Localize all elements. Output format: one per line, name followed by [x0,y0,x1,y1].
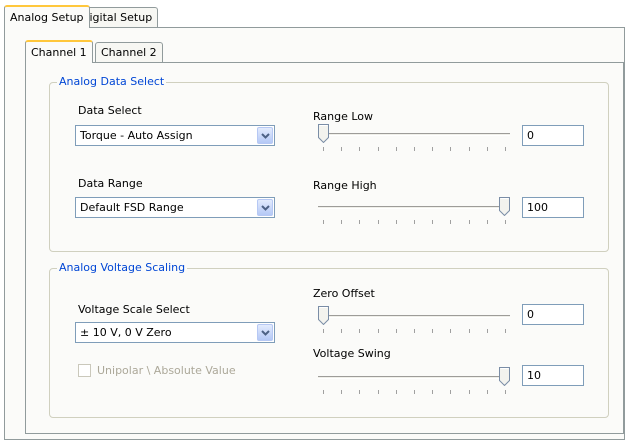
slider-tick [432,220,434,224]
voltage-scale-value: ± 10 V, 0 V Zero [80,326,172,339]
tab-digital-setup-label: Digital Setup [81,11,153,24]
data-range-label: Data Range [78,177,143,190]
range-high-label: Range High [313,179,377,192]
slider-tick [395,220,397,224]
slider-tick [505,147,506,151]
range-low-input[interactable]: 0 [522,125,584,146]
chevron-down-icon[interactable] [257,199,273,216]
slider-tick [505,329,506,333]
slider-tick [323,390,324,394]
slider-tick [486,390,488,394]
slider-tick [450,147,452,151]
slider-tick [505,390,506,394]
slider-tick [450,329,452,333]
slider-tick [414,220,415,224]
voltage-scale-select-label: Voltage Scale Select [78,303,190,316]
slider-ticks [323,147,506,151]
range-high-slider[interactable] [318,195,510,231]
zero-offset-label: Zero Offset [313,287,375,300]
slider-track [318,133,510,136]
slider-thumb[interactable] [318,306,329,326]
slider-tick [414,329,415,333]
slider-tick [395,147,397,151]
slider-tick [468,147,470,151]
slider-ticks [323,390,506,394]
analog-voltage-scaling-title: Analog Voltage Scaling [57,261,188,275]
tab-channel-1-label: Channel 1 [31,46,87,59]
slider-tick [359,390,361,394]
slider-tick [323,147,324,151]
slider-tick [486,147,488,151]
data-select-combo[interactable]: Torque - Auto Assign [75,125,275,146]
slider-tick [468,390,470,394]
slider-tick [323,329,324,333]
tab-analog-setup-label: Analog Setup [10,11,84,24]
slider-tick [359,220,361,224]
unipolar-checkbox[interactable] [78,364,91,377]
voltage-swing-input[interactable]: 10 [522,365,584,386]
slider-thumb[interactable] [499,197,510,217]
zero-offset-slider[interactable] [318,304,510,340]
slider-tick [486,329,488,333]
data-range-combo[interactable]: Default FSD Range [75,197,275,218]
slider-tick [341,329,343,333]
analog-data-select-title: Analog Data Select [57,75,167,89]
range-low-slider[interactable] [318,122,510,158]
slider-tick [359,147,361,151]
tab-analog-setup[interactable]: Analog Setup [4,5,90,28]
slider-tick [341,390,343,394]
slider-tick [323,220,324,224]
tab-channel-2-label: Channel 2 [101,46,157,59]
slider-tick [377,390,379,394]
slider-tick [414,147,415,151]
slider-track [318,376,510,379]
slider-tick [395,390,397,394]
chevron-down-icon[interactable] [257,324,273,341]
slider-track [318,206,510,209]
slider-tick [450,390,452,394]
voltage-scale-combo[interactable]: ± 10 V, 0 V Zero [75,322,275,343]
data-select-label: Data Select [78,104,142,117]
slider-tick [395,329,397,333]
chevron-down-icon[interactable] [257,127,273,144]
slider-tick [377,329,379,333]
slider-tick [377,220,379,224]
slider-track [318,315,510,318]
slider-tick [505,220,506,224]
slider-tick [468,220,470,224]
data-range-value: Default FSD Range [80,201,184,214]
slider-ticks [323,329,506,333]
slider-tick [359,329,361,333]
tab-channel-2[interactable]: Channel 2 [95,42,163,63]
data-select-value: Torque - Auto Assign [80,129,193,142]
slider-tick [414,390,415,394]
slider-tick [450,220,452,224]
slider-ticks [323,220,506,224]
slider-tick [486,220,488,224]
slider-tick [468,329,470,333]
unipolar-label: Unipolar \ Absolute Value [97,364,236,377]
slider-tick [341,220,343,224]
slider-tick [341,147,343,151]
slider-tick [432,390,434,394]
slider-tick [432,147,434,151]
tab-channel-1[interactable]: Channel 1 [25,40,93,63]
slider-tick [377,147,379,151]
voltage-swing-label: Voltage Swing [313,347,391,360]
slider-thumb[interactable] [318,124,329,144]
range-high-input[interactable]: 100 [522,197,584,218]
slider-tick [432,329,434,333]
slider-thumb[interactable] [499,367,510,387]
zero-offset-input[interactable]: 0 [522,304,584,325]
voltage-swing-slider[interactable] [318,365,510,401]
